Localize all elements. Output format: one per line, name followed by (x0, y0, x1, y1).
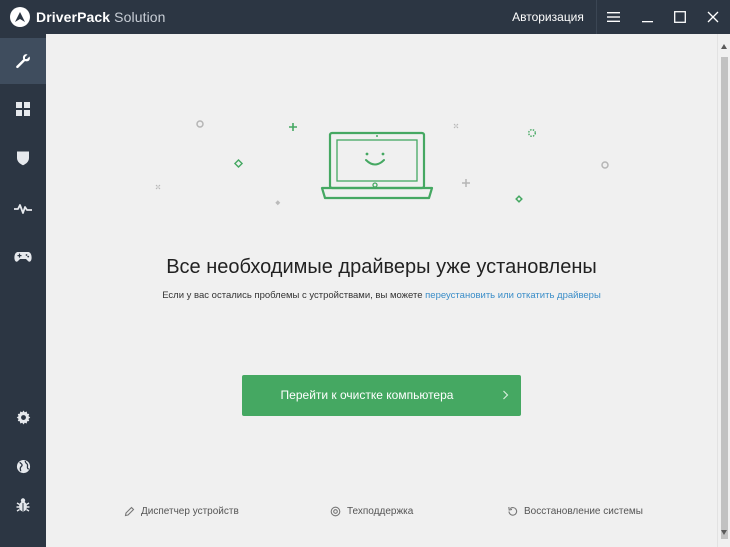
minimize-icon (641, 20, 653, 22)
lifebuoy-icon (330, 506, 341, 516)
pulse-icon (14, 204, 32, 214)
sidebar-item-protection[interactable] (0, 135, 46, 181)
gear-icon (16, 409, 30, 425)
login-button[interactable]: Авторизация (500, 0, 596, 34)
sidebar (0, 34, 46, 547)
app-title: DriverPack Solution (36, 9, 166, 25)
maximize-icon (674, 11, 686, 23)
scroll-down-arrow-icon[interactable] (721, 530, 727, 535)
support-label: Техподдержка (347, 505, 414, 517)
gamepad-icon (14, 252, 32, 262)
sidebar-item-diagnostics[interactable] (0, 186, 46, 232)
app-title-suffix: Solution (110, 9, 166, 25)
bug-report-button[interactable] (0, 482, 46, 528)
device-manager-label: Диспетчер устройств (141, 505, 239, 517)
close-button[interactable] (696, 0, 730, 34)
sidebar-item-games[interactable] (0, 234, 46, 280)
maximize-button[interactable] (663, 0, 697, 34)
minimize-button[interactable] (630, 0, 664, 34)
menu-button[interactable] (596, 0, 630, 34)
bug-icon (16, 498, 30, 512)
system-restore-link[interactable]: Восстановление системы (507, 502, 643, 520)
main-content: Все необходимые драйверы уже установлены… (46, 34, 717, 547)
subline-text: Если у вас остались проблемы с устройств… (162, 290, 426, 301)
status-subline: Если у вас остались проблемы с устройств… (46, 290, 717, 301)
system-restore-label: Восстановление системы (524, 505, 643, 517)
status-headline: Все необходимые драйверы уже установлены (166, 256, 597, 278)
clean-computer-label: Перейти к очистке компьютера (280, 388, 454, 402)
clean-computer-button[interactable]: Перейти к очистке компьютера (242, 375, 521, 416)
scrollbar-thumb[interactable] (721, 57, 728, 539)
globe-icon (16, 459, 30, 473)
laptop-smile-illustration (155, 120, 609, 206)
title-bar: DriverPack Solution Авторизация (0, 0, 730, 34)
pencil-icon (124, 506, 135, 516)
scroll-up-arrow-icon[interactable] (721, 44, 727, 49)
reinstall-drivers-link[interactable]: переустановить или откатить драйверы (425, 290, 601, 301)
close-icon (707, 11, 719, 23)
restore-icon (508, 506, 518, 516)
sidebar-item-apps[interactable] (0, 86, 46, 132)
settings-button[interactable] (0, 394, 46, 440)
chevron-right-icon (503, 390, 509, 400)
wrench-icon (16, 54, 30, 69)
device-manager-link[interactable]: Диспетчер устройств (124, 502, 239, 520)
sidebar-item-drivers[interactable] (0, 38, 46, 84)
shield-icon (17, 151, 29, 166)
vertical-scrollbar[interactable] (717, 34, 730, 547)
grid-icon (16, 102, 30, 116)
support-link[interactable]: Техподдержка (330, 502, 413, 520)
hamburger-icon (606, 12, 620, 22)
driverpack-logo-icon (10, 7, 30, 27)
app-title-main: DriverPack (36, 9, 111, 25)
